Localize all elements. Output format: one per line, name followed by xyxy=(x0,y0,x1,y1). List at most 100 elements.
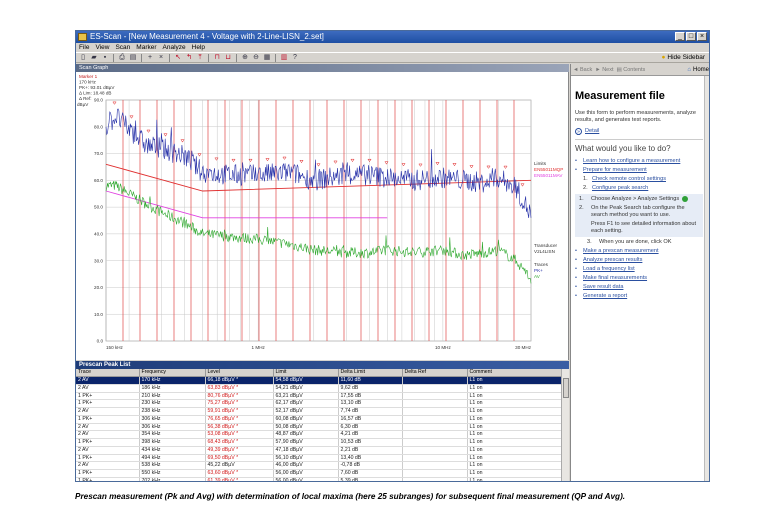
table-cell xyxy=(402,407,468,416)
learn-configure-link[interactable]: Learn how to configure a measurement xyxy=(583,158,680,165)
table-row[interactable]: 2 AV 354 kHz 53,08 dBµV * 48,87 dBµV 4,21 dB… xyxy=(76,430,562,439)
save-icon[interactable]: ▪ xyxy=(101,54,109,62)
prepare-link[interactable]: Prepare for measurement xyxy=(583,167,647,174)
maximize-button[interactable]: □ xyxy=(686,32,696,41)
subrange-max-icon[interactable]: ⊔ xyxy=(224,54,232,62)
print-icon[interactable]: ⎙ xyxy=(118,54,126,62)
table-cell: 2 AV xyxy=(76,376,140,385)
table-row[interactable]: 2 AV 306 kHz 56,38 dBµV * 50,08 dBµV 6,30 dB… xyxy=(76,423,562,432)
table-row[interactable]: 2 AV 434 kHz 49,39 dBµV * 47,18 dBµV 2,21 dB… xyxy=(76,446,562,455)
open-folder-icon[interactable]: ▰ xyxy=(90,54,98,62)
table-cell: 2 AV xyxy=(76,430,140,439)
table-row[interactable]: 1 PK+ 494 kHz 69,50 dBµV * 56,10 dBµV 13,40 … xyxy=(76,454,562,463)
table-cell xyxy=(402,430,468,439)
col-level[interactable]: Level xyxy=(205,369,274,377)
zoom-out-icon[interactable]: ⊖ xyxy=(252,54,260,62)
menu-view[interactable]: View xyxy=(95,43,109,52)
detail-link[interactable]: » Detail xyxy=(575,128,703,135)
table-cell: 63,60 dBµV * xyxy=(205,469,274,478)
bullet-icon: • xyxy=(575,266,577,272)
load-list-link[interactable]: Load a frequency list xyxy=(583,266,635,273)
back-button[interactable]: ◄ Back xyxy=(573,67,592,73)
hide-sidebar-button[interactable]: ● Hide Sidebar xyxy=(661,53,705,62)
table-cell: 62,17 dBµV xyxy=(273,399,339,408)
table-row[interactable]: 1 PK+ 398 kHz 68,43 dBµV * 57,90 dBµV 10,53 … xyxy=(76,438,562,447)
col-frequency[interactable]: Frequency xyxy=(139,369,206,377)
marker-delta-ref: Δ Ref: xyxy=(79,96,92,101)
menu-analyze[interactable]: Analyze xyxy=(163,43,186,52)
table-cell: 61,39 dBµV * xyxy=(205,477,274,481)
report-link[interactable]: Generate a report xyxy=(583,293,627,300)
toolbar-separator xyxy=(113,53,114,62)
table-cell: 230 kHz xyxy=(139,399,206,408)
add-marker-icon[interactable]: + xyxy=(146,54,154,62)
table-cell: 49,39 dBµV * xyxy=(205,446,274,455)
remove-marker-icon[interactable]: × xyxy=(157,54,165,62)
scan-graph-panel[interactable]: 0.0 10.0 20.0 30.0 40.0 50.0 60.0 70.0 80.0 90.0 1… xyxy=(76,72,569,360)
y-tick-label: 10.0 xyxy=(94,312,103,317)
menu-marker[interactable]: Marker xyxy=(136,43,156,52)
go-icon[interactable] xyxy=(682,196,689,202)
contents-button[interactable]: ▤ Contents xyxy=(617,67,646,73)
preview-icon[interactable]: ▤ xyxy=(129,54,137,62)
check-remote-link[interactable]: Check remote control settings xyxy=(592,176,666,183)
window-title: ES-Scan - [New Measurement 4 - Voltage w… xyxy=(90,32,324,41)
table-row[interactable]: 1 PK+ 306 kHz 76,65 dBµV * 60,08 dBµV 16,57 … xyxy=(76,415,562,424)
table-cell: -0,78 dB xyxy=(338,461,403,470)
table-row[interactable]: 2 AV 186 kHz 63,83 dBµV * 54,21 dBµV 9,62 dB… xyxy=(76,384,562,393)
peak-marker-icon[interactable]: ↖ xyxy=(174,54,182,62)
table-cell xyxy=(402,469,468,478)
col-delta-ref[interactable]: Delta Ref xyxy=(402,369,468,377)
sidebar-title: Measurement file xyxy=(575,90,665,102)
table-row[interactable]: 2 AV 170 kHz 66,18 dBµV * 54,58 dBµV 11,60 d… xyxy=(76,376,562,385)
final-link[interactable]: Make final measurements xyxy=(583,275,647,282)
home-button[interactable]: ⌂ Home xyxy=(687,67,709,73)
scrollbar-thumb[interactable] xyxy=(563,378,569,398)
col-delta-limit[interactable]: Delta Limit xyxy=(338,369,403,377)
save-link[interactable]: Save result data xyxy=(583,284,623,291)
sidebar-scrollbar[interactable] xyxy=(704,76,709,481)
next-peak-icon[interactable]: ↰ xyxy=(185,54,193,62)
table-cell: 1 PK+ xyxy=(76,477,140,481)
scan-graph[interactable]: 0.0 10.0 20.0 30.0 40.0 50.0 60.0 70.0 80.0 90.0 1… xyxy=(76,72,569,360)
configure-peak-link[interactable]: Configure peak search xyxy=(592,185,648,192)
app-icon xyxy=(78,33,87,41)
table-row[interactable]: 1 PK+ 210 kHz 80,76 dBµV * 63,21 dBµV 17,55 … xyxy=(76,392,562,401)
prescan-link[interactable]: Make a prescan measurement xyxy=(583,248,659,255)
report-icon[interactable]: ▥ xyxy=(280,54,288,62)
minimize-button[interactable]: _ xyxy=(675,32,685,41)
marker-to-peak-icon[interactable]: ⤒ xyxy=(196,54,204,62)
bullet-icon: • xyxy=(575,167,577,173)
table-row[interactable]: 2 AV 538 kHz 45,22 dBµV 46,00 dBµV -0,78 dB L… xyxy=(76,461,562,470)
menu-help[interactable]: Help xyxy=(192,43,205,52)
close-button[interactable]: × xyxy=(697,32,707,41)
table-cell xyxy=(402,392,468,401)
table-cell: 63,21 dBµV xyxy=(273,392,339,401)
table-row[interactable]: 1 PK+ 230 kHz 75,27 dBµV * 62,17 dBµV 13,10 … xyxy=(76,399,562,408)
table-cell: L1 on xyxy=(467,430,562,439)
next-button[interactable]: ► Next xyxy=(595,67,613,73)
peak-list-title: Prescan Peak List xyxy=(76,361,569,369)
peak-list-scrollbar[interactable] xyxy=(561,369,569,481)
col-comment[interactable]: Comment xyxy=(467,369,562,377)
table-row[interactable]: 2 AV 238 kHz 59,91 dBµV * 52,17 dBµV 7,74 dB… xyxy=(76,407,562,416)
table-row[interactable]: 1 PK+ 550 kHz 63,60 dBµV * 56,00 dBµV 7,60 d… xyxy=(76,469,562,478)
limit-qp-legend: EN55011MQP xyxy=(534,167,563,172)
menu-file[interactable]: File xyxy=(79,43,89,52)
zoom-in-icon[interactable]: ⊕ xyxy=(241,54,249,62)
table-cell xyxy=(402,376,468,385)
table-cell: 306 kHz xyxy=(139,423,206,432)
bullet-icon: • xyxy=(575,275,577,281)
col-trace[interactable]: Trace xyxy=(76,369,140,377)
table-row[interactable]: 1 PK+ 702 kHz 61,39 dBµV * 56,00 dBµV 5,39 d… xyxy=(76,477,562,481)
subrange-icon[interactable]: ⊓ xyxy=(213,54,221,62)
zoom-fit-icon[interactable]: ▦ xyxy=(263,54,271,62)
table-cell: 47,18 dBµV xyxy=(273,446,339,455)
context-help-icon[interactable]: ? xyxy=(291,54,299,62)
col-limit[interactable]: Limit xyxy=(273,369,339,377)
sidebar-intro: Use this form to perform measurements, a… xyxy=(575,110,696,123)
table-cell xyxy=(402,477,468,481)
menu-scan[interactable]: Scan xyxy=(115,43,130,52)
new-file-icon[interactable]: ▯ xyxy=(79,54,87,62)
analyze-link[interactable]: Analyze prescan results xyxy=(583,257,642,264)
